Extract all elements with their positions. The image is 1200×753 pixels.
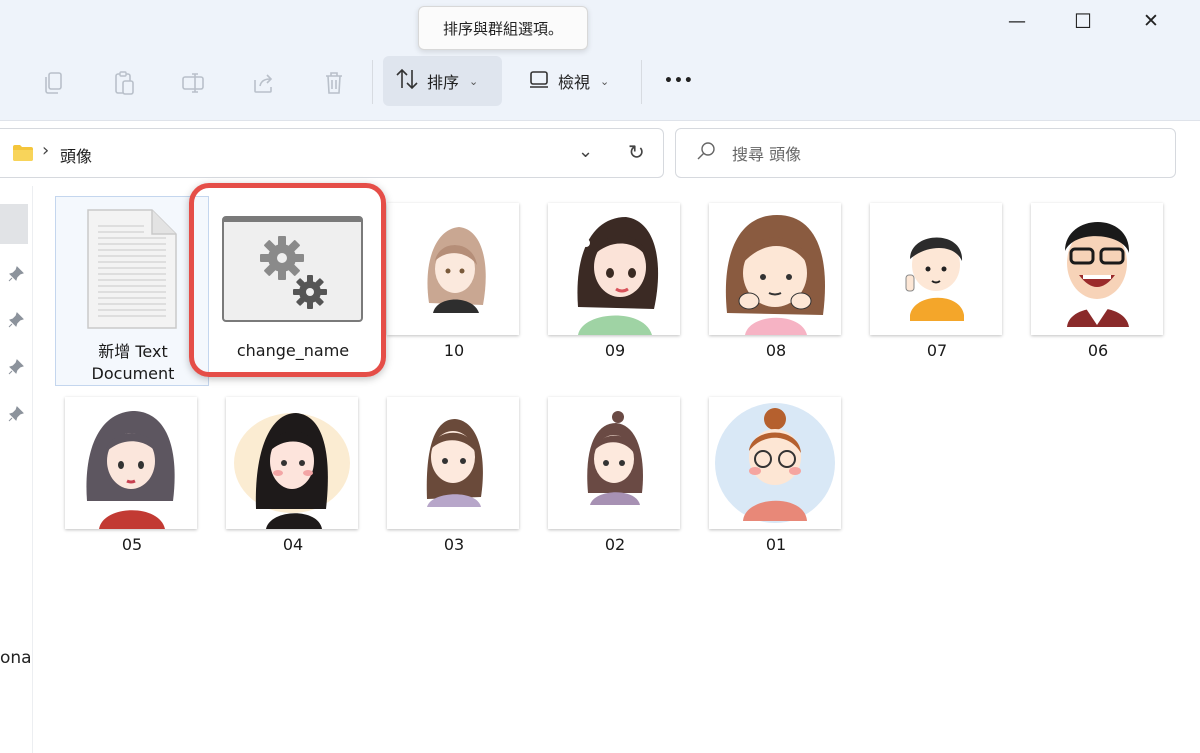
file-item-image[interactable]: 06 bbox=[1021, 196, 1175, 386]
pin-icon bbox=[8, 406, 24, 422]
file-item-image[interactable]: 02 bbox=[538, 390, 692, 580]
file-name: 07 bbox=[926, 341, 948, 360]
chevron-down-icon: ⌄ bbox=[600, 74, 610, 88]
image-thumbnail bbox=[548, 203, 680, 335]
file-name: 08 bbox=[765, 341, 787, 360]
paste-icon[interactable] bbox=[109, 68, 139, 98]
file-item-image[interactable]: 09 bbox=[538, 196, 692, 386]
image-thumbnail bbox=[548, 397, 680, 529]
image-thumbnail bbox=[709, 397, 841, 529]
image-thumbnail bbox=[226, 397, 358, 529]
file-name: 04 bbox=[282, 535, 304, 554]
image-thumbnail bbox=[870, 203, 1002, 335]
file-name: 05 bbox=[121, 535, 143, 554]
nav-item-label[interactable]: ona bbox=[0, 648, 32, 668]
breadcrumb-separator: › bbox=[42, 140, 50, 161]
search-input[interactable]: 搜尋 頭像 bbox=[732, 141, 801, 165]
sort-menu-button[interactable]: 排序 ⌄ bbox=[383, 56, 502, 106]
view-icon bbox=[528, 69, 550, 93]
file-item-image[interactable]: 10 bbox=[377, 196, 531, 386]
file-item-image[interactable]: 03 bbox=[377, 390, 531, 580]
history-dropdown-icon[interactable]: ⌄ bbox=[578, 141, 593, 162]
view-menu-button[interactable]: 檢視 ⌄ bbox=[516, 56, 630, 106]
file-name: 03 bbox=[443, 535, 465, 554]
tooltip-text: 排序與群組選項。 bbox=[442, 19, 563, 38]
address-bar[interactable]: › 頭像 ⌄ ↻ bbox=[0, 128, 664, 178]
highlight-box bbox=[189, 183, 386, 377]
navigation-pane: ona bbox=[0, 186, 33, 753]
folder-icon bbox=[12, 144, 34, 166]
chevron-down-icon: ⌄ bbox=[469, 74, 479, 88]
sort-label: 排序 bbox=[427, 73, 460, 92]
toolbar-separator bbox=[372, 60, 373, 104]
file-item-image[interactable]: 04 bbox=[216, 390, 370, 580]
image-thumbnail bbox=[1031, 203, 1163, 335]
share-icon[interactable] bbox=[249, 68, 279, 98]
more-options-button[interactable]: ••• bbox=[652, 56, 704, 106]
image-thumbnail bbox=[387, 397, 519, 529]
image-thumbnail bbox=[709, 203, 841, 335]
rename-icon[interactable] bbox=[179, 68, 209, 98]
view-label: 檢視 bbox=[558, 73, 591, 92]
file-item-image[interactable]: 01 bbox=[699, 390, 853, 580]
nav-selected-item[interactable] bbox=[0, 204, 28, 244]
breadcrumb-folder[interactable]: 頭像 bbox=[60, 143, 92, 167]
delete-icon[interactable] bbox=[319, 68, 349, 98]
file-name: 01 bbox=[765, 535, 787, 554]
file-name: 06 bbox=[1087, 341, 1109, 360]
sort-tooltip: 排序與群組選項。 bbox=[418, 6, 588, 50]
search-box[interactable]: 搜尋 頭像 bbox=[675, 128, 1176, 178]
copy-icon[interactable] bbox=[39, 68, 69, 98]
minimize-button[interactable]: — bbox=[994, 6, 1040, 36]
toolbar-separator bbox=[641, 60, 642, 104]
file-name: 10 bbox=[443, 341, 465, 360]
more-icon: ••• bbox=[664, 73, 694, 89]
title-bar: — ☐ ✕ bbox=[0, 0, 1200, 46]
file-item-image[interactable]: 07 bbox=[860, 196, 1014, 386]
refresh-icon[interactable]: ↻ bbox=[628, 140, 645, 164]
close-button[interactable]: ✕ bbox=[1128, 6, 1174, 36]
maximize-button[interactable]: ☐ bbox=[1060, 6, 1106, 36]
command-bar: 排序 ⌄ 檢視 ⌄ ••• bbox=[0, 46, 1200, 121]
pin-icon bbox=[8, 312, 24, 328]
image-thumbnail bbox=[387, 203, 519, 335]
sort-icon bbox=[395, 68, 419, 94]
file-item-text-document[interactable]: 新增 Text Document bbox=[55, 196, 209, 386]
file-item-image[interactable]: 05 bbox=[55, 390, 209, 580]
file-name: 02 bbox=[604, 535, 626, 554]
pin-icon bbox=[8, 266, 24, 282]
text-document-icon bbox=[86, 208, 178, 330]
file-item-image[interactable]: 08 bbox=[699, 196, 853, 386]
image-thumbnail bbox=[65, 397, 197, 529]
search-icon bbox=[696, 141, 716, 165]
pin-icon bbox=[8, 359, 24, 375]
file-name: 09 bbox=[604, 341, 626, 360]
file-name: 新增 Text Document bbox=[91, 342, 175, 383]
